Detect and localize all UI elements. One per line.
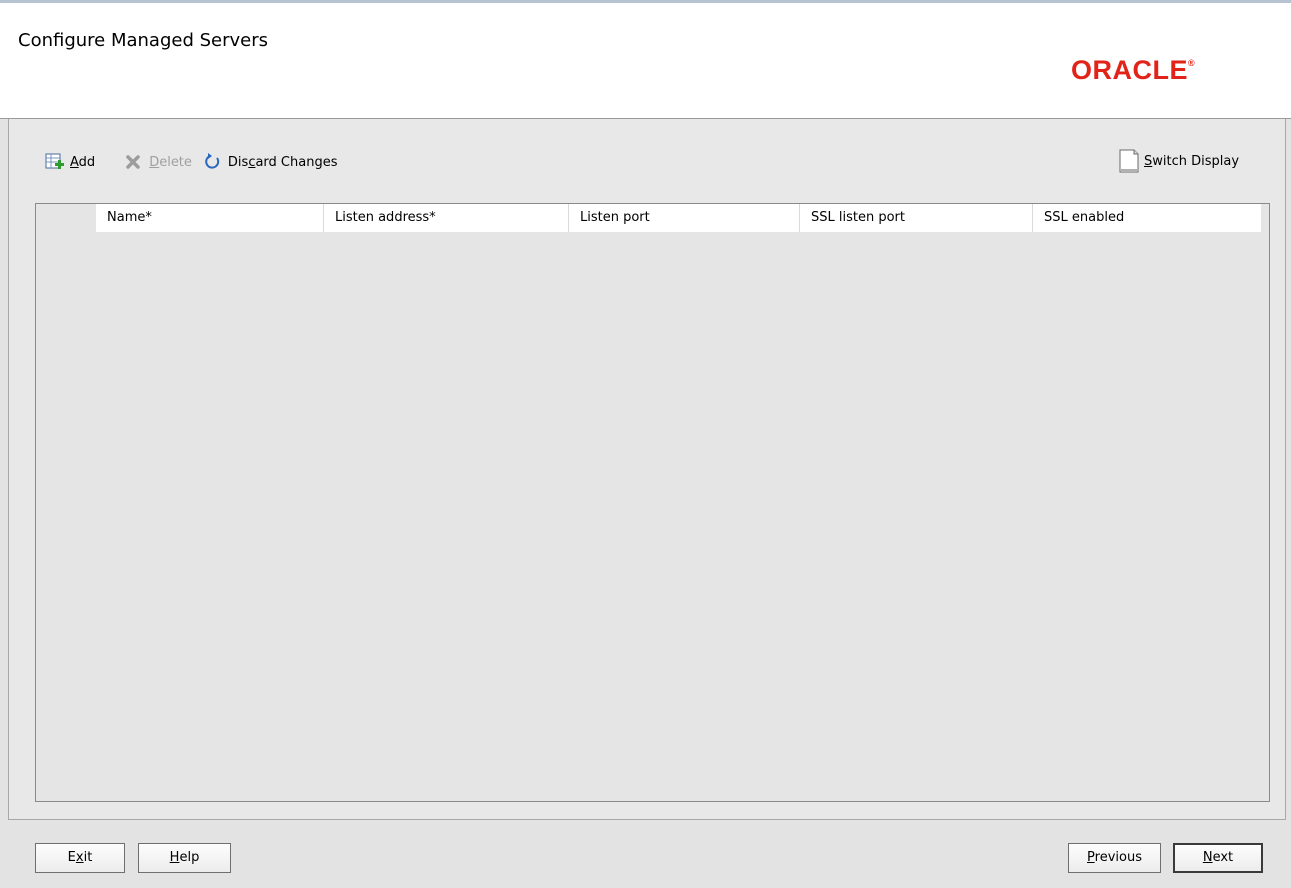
column-header-listen-port[interactable]: Listen port xyxy=(569,204,800,232)
oracle-logo: ORACLE® xyxy=(1071,55,1195,86)
page-title: Configure Managed Servers xyxy=(18,30,269,51)
add-label: Add xyxy=(70,154,96,170)
switch-display-button[interactable]: Switch Display xyxy=(1118,149,1239,173)
add-button[interactable]: Add xyxy=(44,152,95,172)
exit-button[interactable]: Exit xyxy=(35,843,125,873)
refresh-icon xyxy=(205,153,220,169)
table-toolbar: Add Delete Discard Changes xyxy=(44,151,337,173)
page-header: Configure Managed Servers ORACLE® xyxy=(0,3,1291,119)
discard-changes-label: Discard Changes xyxy=(227,154,338,170)
table-header: Name* Listen address* Listen port SSL li… xyxy=(96,204,1261,232)
add-row-icon xyxy=(45,153,64,169)
registered-mark: ® xyxy=(1188,58,1196,68)
delete-button[interactable]: Delete xyxy=(123,152,192,172)
oracle-logo-text: ORACLE xyxy=(1071,55,1188,85)
managed-servers-table[interactable]: Name* Listen address* Listen port SSL li… xyxy=(35,203,1270,802)
help-button[interactable]: Help xyxy=(138,843,231,873)
discard-changes-button[interactable]: Discard Changes xyxy=(202,152,338,172)
column-header-name[interactable]: Name* xyxy=(96,204,324,232)
switch-display-label: Switch Display xyxy=(1144,153,1240,169)
column-header-listen-address[interactable]: Listen address* xyxy=(324,204,569,232)
delete-x-icon xyxy=(126,155,140,169)
column-header-ssl-listen-port[interactable]: SSL listen port xyxy=(800,204,1033,232)
next-button[interactable]: Next xyxy=(1173,843,1263,873)
delete-label: Delete xyxy=(149,154,192,170)
previous-button[interactable]: Previous xyxy=(1068,843,1161,873)
column-header-ssl-enabled[interactable]: SSL enabled xyxy=(1033,204,1261,232)
page-icon xyxy=(1119,149,1139,173)
